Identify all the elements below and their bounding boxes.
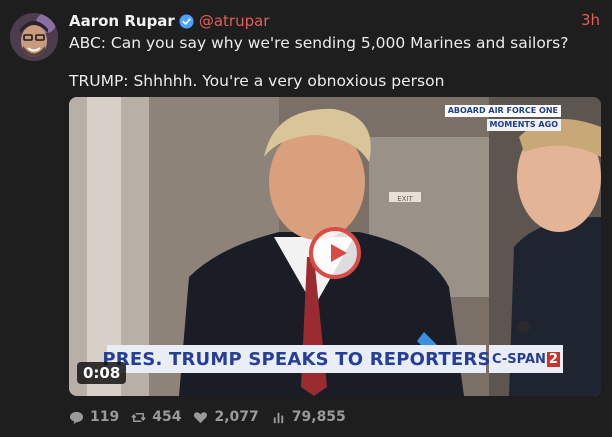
post-timestamp[interactable]: 3h	[581, 11, 600, 29]
reply-count: 119	[90, 409, 120, 425]
views-button[interactable]: 79,855	[271, 409, 346, 425]
network-prefix: C-SPAN	[492, 351, 546, 367]
video-player[interactable]: EXIT ABOARD AIR FORCE ONE MOMENTS AGO PR…	[69, 97, 601, 396]
overlay-location: ABOARD AIR FORCE ONE	[444, 105, 561, 117]
post-text-line-2: TRUMP: Shhhhh. You're a very obnoxious p…	[69, 72, 445, 90]
views-icon	[273, 412, 283, 423]
repost-icon	[131, 412, 146, 422]
video-duration: 0:08	[77, 362, 127, 384]
reply-button[interactable]: 119	[69, 409, 119, 425]
like-count: 2,077	[214, 409, 259, 425]
repost-count: 454	[152, 409, 182, 425]
network-suffix: 2	[546, 351, 560, 367]
overlay-time: MOMENTS AGO	[486, 119, 561, 131]
verified-icon	[179, 13, 194, 29]
play-button[interactable]	[309, 227, 361, 279]
post-text-line-1: ABC: Can you say why we're sending 5,000…	[69, 34, 569, 52]
reply-icon	[69, 411, 84, 424]
video-chyron: PRES. TRUMP SPEAKS TO REPORTERS	[102, 345, 490, 373]
action-bar: 119 454 2,077 79,855	[69, 407, 346, 427]
post-header: Aaron Rupar @atrupar	[69, 11, 269, 31]
like-icon	[194, 411, 208, 423]
network-logo: C-SPAN 2	[489, 345, 563, 373]
repost-button[interactable]: 454	[131, 409, 181, 425]
like-button[interactable]: 2,077	[193, 409, 259, 425]
author-handle[interactable]: @atrupar	[199, 12, 270, 30]
views-count: 79,855	[291, 409, 346, 425]
post: Aaron Rupar @atrupar 3h ABC: Can you say…	[0, 0, 612, 437]
play-icon	[331, 244, 347, 262]
author-name[interactable]: Aaron Rupar	[69, 12, 175, 30]
exit-sign: EXIT	[397, 195, 413, 203]
avatar[interactable]	[10, 13, 58, 61]
